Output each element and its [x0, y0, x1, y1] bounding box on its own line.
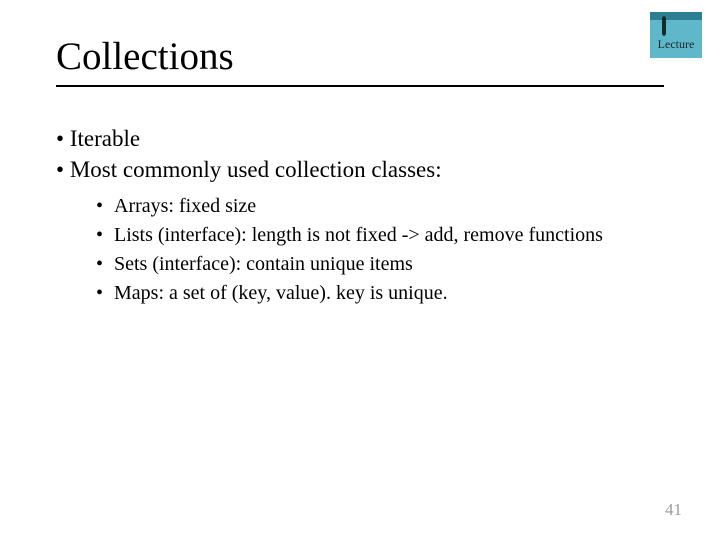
title-underline	[56, 85, 664, 87]
bullet-list-level1: Iterable Most commonly used collection c…	[56, 123, 664, 185]
bullet-list-level2: Arrays: fixed size Lists (interface): le…	[96, 193, 664, 307]
sub-bullet-item: Sets (interface): contain unique items	[96, 251, 664, 278]
sub-bullet-item: Lists (interface): length is not fixed -…	[96, 222, 664, 249]
svg-text:Lecture: Lecture	[658, 37, 695, 51]
slide-title: Collections	[56, 34, 664, 79]
page-number: 41	[665, 500, 682, 520]
sub-bullet-item: Maps: a set of (key, value). key is uniq…	[96, 280, 664, 307]
slide: Lecture Collections Iterable Most common…	[0, 0, 720, 540]
lecture-logo: Lecture	[650, 12, 702, 58]
bullet-item: Iterable	[56, 123, 664, 154]
sub-bullet-item: Arrays: fixed size	[96, 193, 664, 220]
bullet-item: Most commonly used collection classes:	[56, 154, 664, 185]
